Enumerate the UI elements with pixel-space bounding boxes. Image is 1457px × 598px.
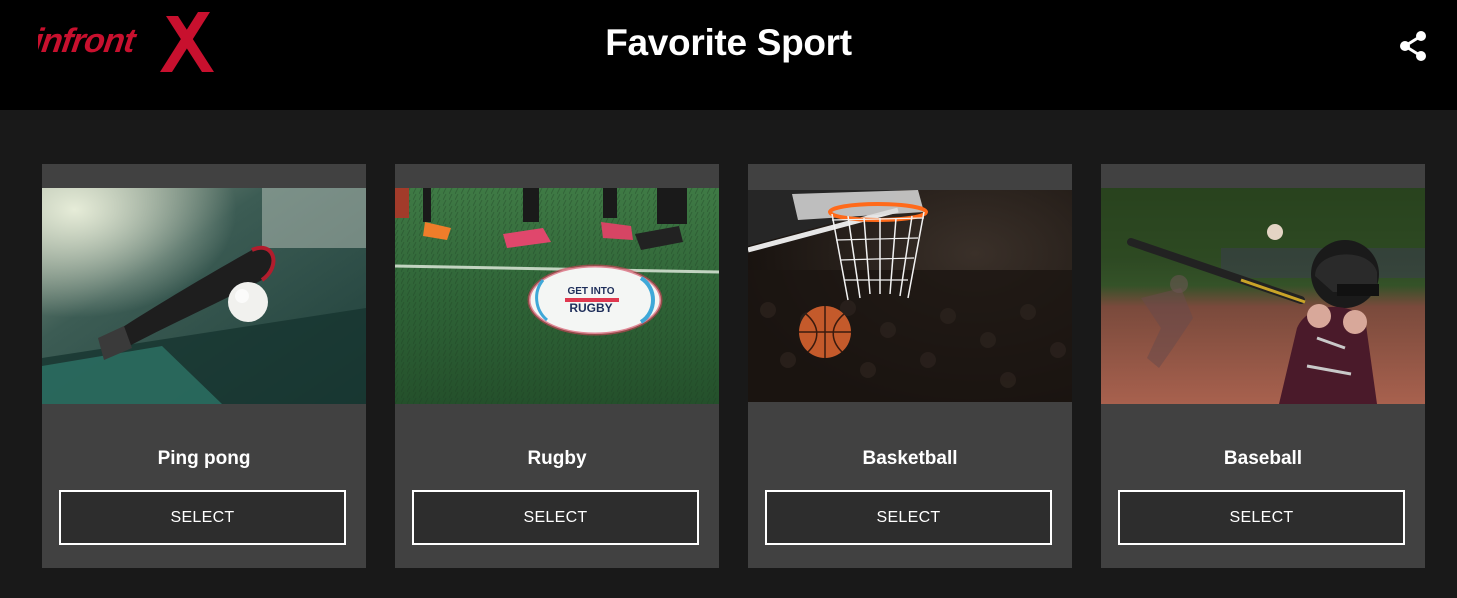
select-rugby-button[interactable]: SELECT xyxy=(412,490,699,545)
card-title: Ping pong xyxy=(157,448,251,469)
sport-card-baseball: Baseball SELECT xyxy=(1101,164,1425,568)
card-title: Basketball xyxy=(862,448,958,469)
rugby-ball-text-1: GET INTO xyxy=(567,286,614,297)
ping-pong-image xyxy=(42,188,366,404)
select-ping-pong-button[interactable]: SELECT xyxy=(59,490,346,545)
baseball-image xyxy=(1101,188,1425,404)
select-baseball-button[interactable]: SELECT xyxy=(1118,490,1405,545)
share-icon[interactable] xyxy=(1396,29,1430,63)
rugby-ball-text-2: RUGBY xyxy=(569,301,612,315)
basketball-image xyxy=(748,190,1072,402)
select-basketball-button[interactable]: SELECT xyxy=(765,490,1052,545)
page-title: Favorite Sport xyxy=(605,22,852,63)
sport-card-rugby: GET INTO RUGBY Rugby SELECT xyxy=(395,164,719,568)
rugby-image: GET INTO RUGBY xyxy=(395,188,719,404)
card-title: Rugby xyxy=(527,448,587,469)
sport-card-ping-pong: Ping pong SELECT xyxy=(42,164,366,568)
sport-card-basketball: Basketball SELECT xyxy=(748,164,1072,568)
card-title: Baseball xyxy=(1223,448,1303,469)
header-bar: infront Favorite Sport xyxy=(0,0,1457,110)
